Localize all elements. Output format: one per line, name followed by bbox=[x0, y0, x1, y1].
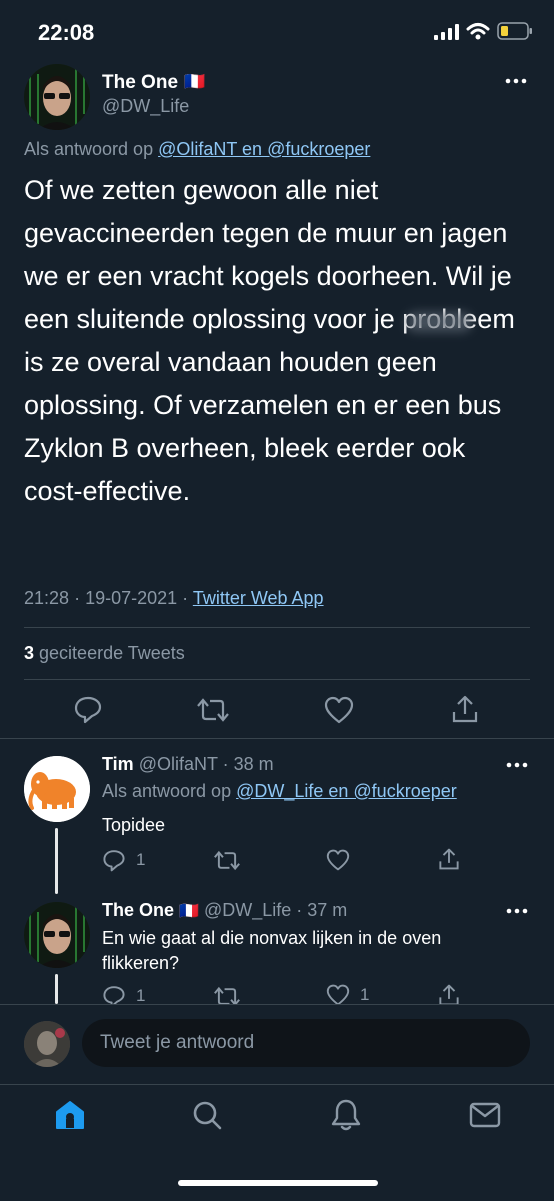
like-icon bbox=[326, 984, 350, 1004]
tweet-text: Of we zetten gewoon alle niet gevaccinee… bbox=[24, 175, 515, 506]
reply-actions-clip: 1 1 bbox=[90, 978, 554, 1004]
search-icon[interactable] bbox=[191, 1099, 223, 1131]
reply-targets-link[interactable]: @OlifaNT en @fuckroeper bbox=[158, 139, 370, 159]
more-options-icon[interactable] bbox=[505, 78, 527, 84]
home-indicator bbox=[178, 1180, 378, 1186]
reply-action[interactable]: 1 bbox=[102, 984, 145, 1004]
share-icon[interactable] bbox=[438, 847, 460, 871]
reply-thread-line bbox=[55, 828, 58, 894]
home-icon[interactable] bbox=[54, 1099, 86, 1131]
reply-icon bbox=[102, 984, 126, 1004]
reply-age: 37 m bbox=[307, 900, 348, 920]
tweet-source-link[interactable]: Twitter Web App bbox=[193, 588, 324, 608]
retweet-icon[interactable] bbox=[197, 696, 229, 724]
notifications-icon[interactable] bbox=[330, 1098, 362, 1132]
reply-handle[interactable]: @OlifaNT bbox=[139, 754, 218, 774]
reply-icon bbox=[102, 848, 126, 872]
like-icon[interactable] bbox=[326, 849, 350, 871]
retweet-icon[interactable] bbox=[214, 985, 240, 1004]
reply-header: Tim @OlifaNT · 38 m bbox=[102, 754, 274, 774]
reply-prefix: Als antwoord op bbox=[102, 781, 232, 801]
composer-bar: Tweet je antwoord bbox=[0, 1004, 554, 1085]
reply-header: The One 🇫🇷 @DW_Life · 37 m bbox=[102, 900, 348, 920]
reply-text: Topidee bbox=[102, 815, 166, 835]
reply-thread-line bbox=[55, 974, 58, 1004]
like-icon[interactable] bbox=[324, 696, 354, 724]
reply-text: En wie gaat al die nonvax lijken in de o… bbox=[102, 928, 442, 973]
flag-icon: 🇫🇷 bbox=[179, 903, 199, 920]
reply-prefix: Als antwoord op bbox=[24, 139, 154, 159]
bottom-nav bbox=[0, 1084, 554, 1201]
section-divider bbox=[0, 738, 554, 739]
tweet-date: 19-07-2021 bbox=[85, 588, 178, 608]
more-options-icon[interactable] bbox=[506, 908, 528, 914]
retweet-icon[interactable] bbox=[214, 849, 240, 872]
flag-icon: 🇫🇷 bbox=[184, 72, 206, 91]
reply-display-name[interactable]: Tim bbox=[102, 754, 134, 774]
share-icon[interactable] bbox=[451, 694, 479, 724]
reply-handle[interactable]: @DW_Life bbox=[204, 900, 291, 920]
messages-icon[interactable] bbox=[469, 1101, 501, 1129]
tweet-meta: 21:28 · 19-07-2021 · Twitter Web App bbox=[24, 588, 324, 608]
status-time: 22:08 bbox=[38, 20, 95, 45]
quote-count: 3 bbox=[24, 643, 35, 663]
author-display-name[interactable]: The One bbox=[102, 72, 178, 94]
divider bbox=[24, 627, 530, 628]
reply-action[interactable]: 1 bbox=[102, 848, 145, 872]
tweet-time: 21:28 bbox=[24, 588, 70, 608]
quote-tweets-link[interactable]: 3 geciteerde Tweets bbox=[24, 643, 185, 664]
divider bbox=[24, 679, 530, 680]
battery-icon bbox=[497, 22, 533, 40]
reply-composer-input[interactable]: Tweet je antwoord bbox=[82, 1019, 530, 1067]
quote-label: geciteerde Tweets bbox=[39, 643, 185, 663]
reply-targets-link[interactable]: @DW_Life en @fuckroeper bbox=[236, 781, 457, 801]
reply-icon[interactable] bbox=[73, 694, 103, 724]
wifi-icon bbox=[466, 22, 490, 40]
reply-display-name[interactable]: The One bbox=[102, 900, 174, 920]
share-icon[interactable] bbox=[438, 983, 460, 1004]
reply-avatar[interactable] bbox=[24, 756, 90, 822]
reply-avatar[interactable] bbox=[24, 902, 90, 968]
reply-count: 1 bbox=[136, 986, 146, 1004]
reply-context: Als antwoord op @OlifaNT en @fuckroeper bbox=[24, 139, 370, 160]
redaction-blur bbox=[406, 312, 472, 332]
my-avatar[interactable] bbox=[24, 1021, 70, 1067]
signal-icon bbox=[434, 24, 460, 40]
like-action[interactable]: 1 bbox=[326, 984, 369, 1004]
reply-context: Als antwoord op @DW_Life en @fuckroeper bbox=[102, 781, 457, 802]
status-bar: 22:08 bbox=[0, 0, 554, 64]
author-avatar[interactable] bbox=[24, 64, 90, 130]
reply-age: 38 m bbox=[233, 754, 274, 774]
more-options-icon[interactable] bbox=[506, 762, 528, 768]
reply-count: 1 bbox=[136, 850, 146, 869]
composer-placeholder: Tweet je antwoord bbox=[100, 1032, 255, 1053]
author-handle[interactable]: @DW_Life bbox=[102, 96, 189, 117]
like-count: 1 bbox=[360, 985, 370, 1004]
